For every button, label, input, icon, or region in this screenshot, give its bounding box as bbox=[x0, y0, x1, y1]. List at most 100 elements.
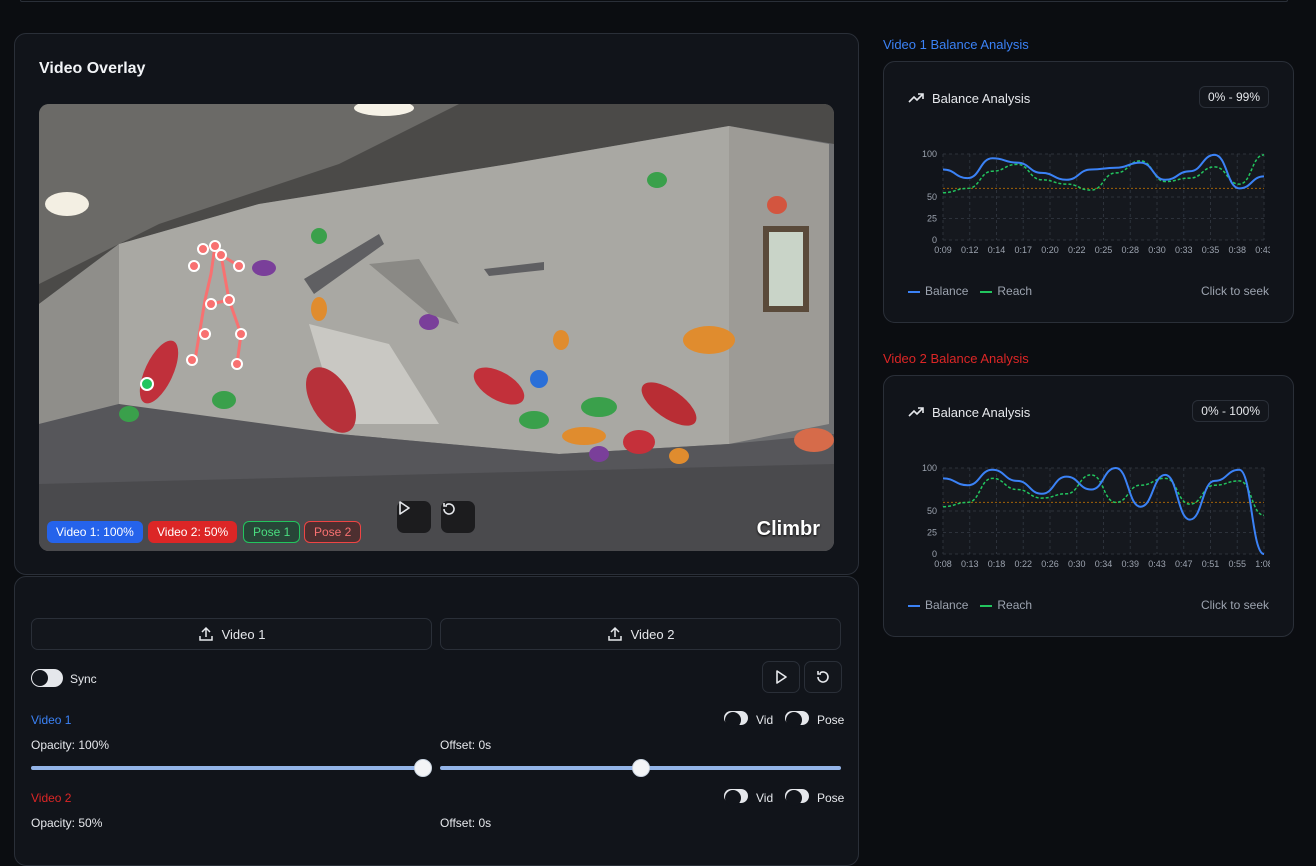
x-tick-label: 1:08 bbox=[1255, 559, 1270, 569]
x-tick-label: 0:39 bbox=[1121, 559, 1139, 569]
y-tick-label: 25 bbox=[927, 214, 937, 224]
x-tick-label: 0:20 bbox=[1041, 245, 1059, 255]
video1-opacity-slider[interactable] bbox=[31, 766, 431, 770]
video1-opacity-badge: Video 1: 100% bbox=[47, 521, 143, 543]
video1-opacity-label: Opacity: 100% bbox=[31, 738, 110, 752]
x-tick-label: 0:09 bbox=[934, 245, 952, 255]
upload-video1-label: Video 1 bbox=[221, 626, 266, 642]
reset-icon bbox=[443, 503, 455, 515]
x-tick-label: 0:30 bbox=[1148, 245, 1166, 255]
video1-offset-label: Offset: 0s bbox=[440, 738, 492, 752]
x-tick-label: 0:30 bbox=[1068, 559, 1086, 569]
video2-vid-label: Vid bbox=[756, 791, 774, 805]
range-badge: 0% - 99% bbox=[1198, 86, 1269, 108]
x-tick-label: 0:28 bbox=[1121, 245, 1139, 255]
video2-pose-toggle[interactable] bbox=[785, 789, 809, 806]
balance-chart-2[interactable]: 0 25 50 100 0:08 0:13 0:18 0:22 0:26 0:30 0:34 0:39… bbox=[908, 456, 1270, 574]
x-tick-label: 0:43 bbox=[1148, 559, 1166, 569]
top-bar bbox=[20, 0, 1288, 2]
x-tick-label: 0:35 bbox=[1202, 245, 1220, 255]
trending-up-icon bbox=[908, 93, 924, 103]
chart-legend: Balance Reach bbox=[908, 598, 1032, 612]
sync-toggle[interactable] bbox=[31, 669, 63, 687]
video-overlay-card: Video Overlay Video 1: 100% Video 2: 50%… bbox=[14, 33, 859, 575]
sync-label: Sync bbox=[70, 672, 97, 686]
video2-opacity-badge: Video 2: 50% bbox=[148, 521, 238, 543]
video2-offset-label: Offset: 0s bbox=[440, 816, 492, 830]
upload-icon bbox=[198, 626, 213, 641]
play-icon bbox=[399, 501, 410, 515]
x-tick-label: 0:38 bbox=[1228, 245, 1246, 255]
video1-opacity-thumb[interactable] bbox=[414, 759, 432, 777]
reset-button[interactable] bbox=[804, 661, 842, 693]
video1-analysis-title: Video 1 Balance Analysis bbox=[883, 37, 1029, 52]
climbing-wall-frame bbox=[39, 104, 834, 551]
chart-heading: Balance Analysis bbox=[908, 404, 1030, 420]
x-tick-label: 0:12 bbox=[961, 245, 979, 255]
x-tick-label: 0:17 bbox=[1014, 245, 1032, 255]
video2-pose-label: Pose bbox=[817, 791, 845, 805]
video2-opacity-label: Opacity: 50% bbox=[31, 816, 103, 830]
legend-reach: Reach bbox=[980, 598, 1032, 612]
x-tick-label: 0:34 bbox=[1095, 559, 1113, 569]
video1-label: Video 1 bbox=[31, 713, 72, 727]
x-tick-label: 0:22 bbox=[1068, 245, 1086, 255]
overlay-reset-button[interactable] bbox=[441, 501, 475, 533]
legend-reach: Reach bbox=[980, 284, 1032, 298]
upload-video1-button[interactable]: Video 1 bbox=[31, 618, 432, 650]
reset-icon bbox=[817, 671, 829, 683]
upload-icon bbox=[607, 626, 622, 641]
video-player[interactable]: Video 1: 100% Video 2: 50% Pose 1 Pose 2… bbox=[39, 104, 834, 551]
video1-vid-label: Vid bbox=[756, 713, 774, 727]
controls-card: Video 1 Video 2 Sync Video 1 Vid Pose Op… bbox=[14, 576, 859, 866]
play-icon bbox=[776, 670, 787, 684]
y-tick-label: 50 bbox=[927, 506, 937, 516]
y-tick-label: 50 bbox=[927, 192, 937, 202]
video2-vid-toggle[interactable] bbox=[724, 789, 748, 806]
x-tick-label: 0:43 bbox=[1255, 245, 1270, 255]
video1-pose-toggle[interactable] bbox=[785, 711, 809, 728]
x-tick-label: 0:51 bbox=[1202, 559, 1220, 569]
watermark: Climbr bbox=[756, 518, 820, 540]
x-tick-label: 0:13 bbox=[961, 559, 979, 569]
x-tick-label: 0:55 bbox=[1228, 559, 1246, 569]
x-tick-label: 0:25 bbox=[1095, 245, 1113, 255]
y-tick-label: 100 bbox=[922, 463, 937, 473]
pose1-badge: Pose 1 bbox=[243, 521, 301, 543]
video2-label: Video 2 bbox=[31, 791, 72, 805]
y-tick-label: 0 bbox=[932, 235, 937, 245]
video1-offset-thumb[interactable] bbox=[632, 759, 650, 777]
x-tick-label: 0:22 bbox=[1014, 559, 1032, 569]
seek-hint: Click to seek bbox=[1200, 598, 1269, 612]
video1-pose-label: Pose bbox=[817, 713, 845, 727]
play-button[interactable] bbox=[762, 661, 800, 693]
x-tick-label: 0:08 bbox=[934, 559, 952, 569]
chart-heading-label: Balance Analysis bbox=[932, 404, 1031, 420]
video2-balance-card[interactable]: Balance Analysis 0% - 100% 0 25 50 100 0:08 0… bbox=[883, 375, 1294, 637]
x-tick-label: 0:26 bbox=[1041, 559, 1059, 569]
upload-video2-button[interactable]: Video 2 bbox=[440, 618, 841, 650]
seek-hint: Click to seek bbox=[1200, 284, 1269, 298]
y-tick-label: 0 bbox=[932, 549, 937, 559]
x-tick-label: 0:14 bbox=[988, 245, 1006, 255]
balance-chart-1[interactable]: 0 25 50 100 0:09 0:12 0:14 0:17 0:20 0:22 0:25 0:28… bbox=[908, 142, 1270, 260]
legend-balance: Balance bbox=[908, 598, 968, 612]
y-tick-label: 25 bbox=[927, 528, 937, 538]
pose2-badge: Pose 2 bbox=[304, 521, 362, 543]
y-tick-label: 100 bbox=[922, 149, 937, 159]
chart-legend: Balance Reach bbox=[908, 284, 1032, 298]
overlay-title: Video Overlay bbox=[39, 60, 146, 77]
video2-analysis-title: Video 2 Balance Analysis bbox=[883, 351, 1029, 366]
overlay-play-button[interactable] bbox=[397, 501, 431, 533]
legend-balance: Balance bbox=[908, 284, 968, 298]
range-badge: 0% - 100% bbox=[1192, 400, 1269, 422]
video1-vid-toggle[interactable] bbox=[724, 711, 748, 728]
x-tick-label: 0:18 bbox=[988, 559, 1006, 569]
upload-video2-label: Video 2 bbox=[630, 626, 675, 642]
trending-up-icon bbox=[908, 407, 924, 417]
x-tick-label: 0:33 bbox=[1175, 245, 1193, 255]
chart-heading-label: Balance Analysis bbox=[932, 90, 1031, 106]
x-tick-label: 0:47 bbox=[1175, 559, 1193, 569]
video1-balance-card[interactable]: Balance Analysis 0% - 99% 0 25 50 100 0:09 0:… bbox=[883, 61, 1294, 323]
chart-heading: Balance Analysis bbox=[908, 90, 1030, 106]
